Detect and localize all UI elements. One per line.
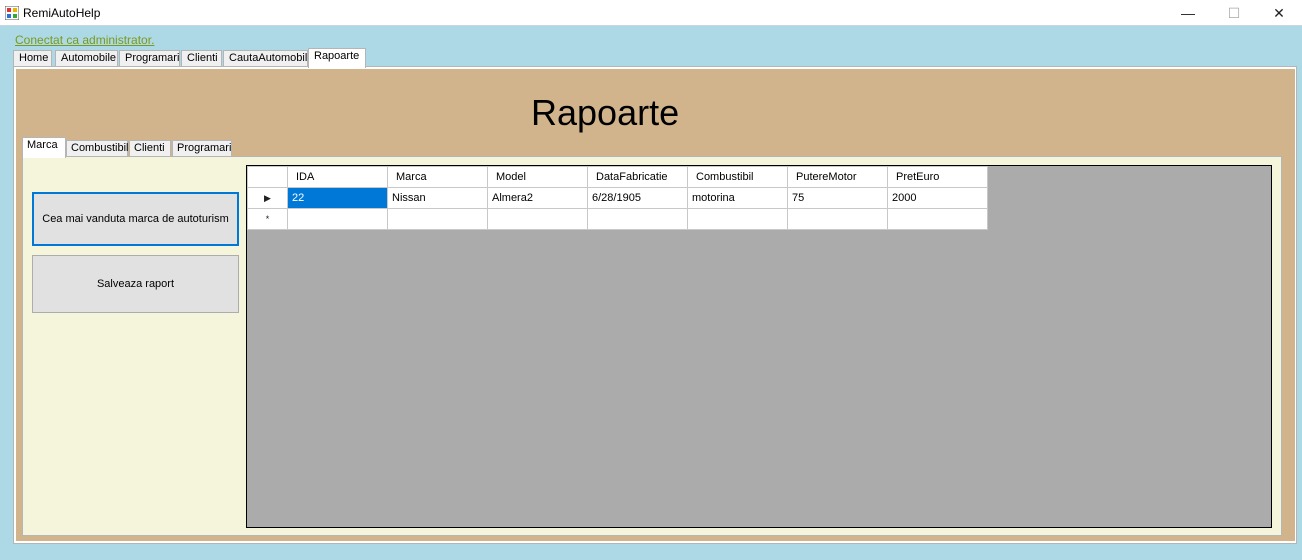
app-icon: [5, 6, 19, 20]
grid-cell-combustibil[interactable]: motorina: [687, 187, 788, 209]
maximize-button[interactable]: ☐: [1211, 0, 1257, 26]
current-row-indicator-icon[interactable]: ▶: [247, 187, 288, 209]
admin-status-link[interactable]: Conectat ca administrator.: [15, 33, 154, 47]
new-cell[interactable]: [687, 208, 788, 230]
grid-cell-pret-euro[interactable]: 2000: [887, 187, 988, 209]
tab-programari[interactable]: Programari: [119, 50, 180, 67]
table-row[interactable]: ▶ 22 Nissan Almera2 6/28/1905 motorina 7…: [247, 187, 988, 209]
tab-cauta-automobil[interactable]: CautaAutomobil: [223, 50, 308, 67]
window-title: RemiAutoHelp: [23, 6, 101, 20]
save-report-button[interactable]: Salveaza raport: [32, 255, 239, 313]
tab-automobile[interactable]: Automobile: [55, 50, 118, 67]
grid-cell-data-fabricatie[interactable]: 6/28/1905: [587, 187, 688, 209]
new-row-icon[interactable]: *: [247, 208, 288, 230]
grid-header-row: IDA Marca Model DataFabricatie Combustib…: [247, 166, 988, 188]
new-cell[interactable]: [587, 208, 688, 230]
column-header-putere-motor[interactable]: PutereMotor: [787, 166, 888, 188]
close-button[interactable]: ✕: [1256, 0, 1302, 26]
grid-cell-marca[interactable]: Nissan: [387, 187, 488, 209]
minimize-button[interactable]: —: [1165, 0, 1211, 26]
subtab-marca[interactable]: Marca: [22, 137, 66, 158]
subtab-combustibil[interactable]: Combustibil: [66, 140, 128, 157]
tab-home[interactable]: Home: [13, 50, 52, 67]
column-header-pret-euro[interactable]: PretEuro: [887, 166, 988, 188]
subtab-clienti[interactable]: Clienti: [129, 140, 171, 157]
grid-cell-model[interactable]: Almera2: [487, 187, 588, 209]
column-header-data-fabricatie[interactable]: DataFabricatie: [587, 166, 688, 188]
new-cell[interactable]: [887, 208, 988, 230]
new-cell[interactable]: [787, 208, 888, 230]
best-brand-button[interactable]: Cea mai vanduta marca de autoturism: [32, 192, 239, 246]
new-cell[interactable]: [387, 208, 488, 230]
grid-cell-putere-motor[interactable]: 75: [787, 187, 888, 209]
column-header-marca[interactable]: Marca: [387, 166, 488, 188]
column-header-combustibil[interactable]: Combustibil: [687, 166, 788, 188]
new-row[interactable]: *: [247, 208, 988, 230]
title-bar: RemiAutoHelp — ☐ ✕: [0, 0, 1302, 26]
report-data-grid[interactable]: IDA Marca Model DataFabricatie Combustib…: [246, 165, 1272, 528]
new-cell[interactable]: [487, 208, 588, 230]
tab-rapoarte[interactable]: Rapoarte: [308, 48, 366, 68]
tab-clienti[interactable]: Clienti: [181, 50, 222, 67]
page-title: Rapoarte: [531, 92, 680, 133]
grid-corner-header: [247, 166, 288, 188]
subtab-programari[interactable]: Programari: [172, 140, 232, 157]
column-header-ida[interactable]: IDA: [287, 166, 388, 188]
new-cell[interactable]: [287, 208, 388, 230]
column-header-model[interactable]: Model: [487, 166, 588, 188]
grid-cell-ida[interactable]: 22: [287, 187, 388, 209]
